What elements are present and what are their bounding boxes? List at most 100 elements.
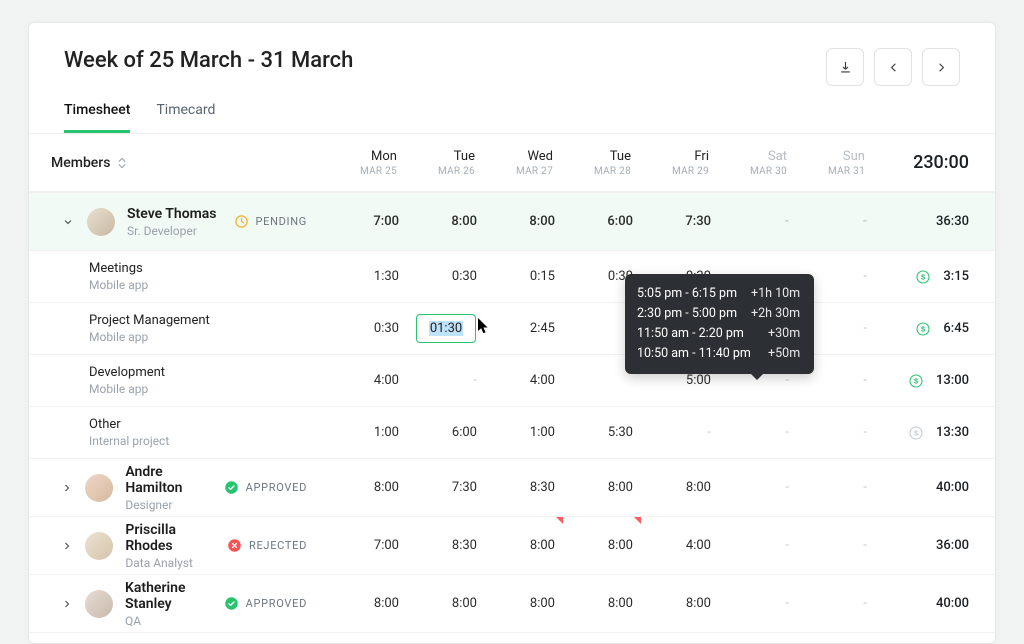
- member-day-total[interactable]: [719, 632, 797, 644]
- time-cell[interactable]: 0:30: [329, 302, 407, 354]
- status-badge: REJECTED: [227, 538, 307, 553]
- time-entries-tooltip: 5:05 pm - 6:15 pm+1h 10m2:30 pm - 5:00 p…: [625, 274, 814, 374]
- member-week-total: 40:00: [875, 458, 995, 516]
- next-week-button[interactable]: [922, 48, 960, 86]
- member-day-total[interactable]: 8:00: [563, 574, 641, 632]
- prev-week-button[interactable]: [874, 48, 912, 86]
- member-week-total: 36:00: [875, 516, 995, 574]
- member-day-total[interactable]: 8:30: [485, 458, 563, 516]
- member-day-total[interactable]: [719, 574, 797, 632]
- member-day-total[interactable]: [797, 574, 875, 632]
- member-week-total: 40:00: [875, 632, 995, 644]
- member-day-total[interactable]: [719, 458, 797, 516]
- member-day-total[interactable]: 8:30: [407, 516, 485, 574]
- member-day-total[interactable]: 8:00: [641, 458, 719, 516]
- member-role: Designer: [125, 498, 211, 512]
- member-day-total[interactable]: 8:00: [563, 632, 641, 644]
- member-day-total: 8:00: [407, 192, 485, 250]
- billable-icon: $: [908, 425, 924, 441]
- sort-icon[interactable]: [118, 157, 126, 169]
- svg-text:$: $: [914, 376, 918, 385]
- member-name: Steve Thomas: [127, 206, 217, 222]
- chevron-right-icon: [934, 60, 949, 75]
- member-day-total[interactable]: 8:00: [329, 574, 407, 632]
- member-day-total[interactable]: 8:00: [407, 574, 485, 632]
- member-name: Katherine Stanley: [125, 580, 212, 612]
- time-cell[interactable]: 1:00: [329, 406, 407, 458]
- time-cell[interactable]: 4:00: [329, 354, 407, 406]
- time-cell[interactable]: 2:45: [485, 302, 563, 354]
- time-cell[interactable]: [641, 406, 719, 458]
- time-cell[interactable]: 1:00: [485, 406, 563, 458]
- expand-toggle[interactable]: [61, 539, 73, 553]
- member-role: Data Analyst: [125, 556, 215, 570]
- time-cell[interactable]: [719, 406, 797, 458]
- member-day-total[interactable]: 4:00: [641, 516, 719, 574]
- svg-text:$: $: [914, 428, 918, 437]
- tooltip-row: 2:30 pm - 5:00 pm+2h 30m: [637, 304, 800, 324]
- member-name: Priscilla Rhodes: [125, 522, 215, 554]
- time-cell[interactable]: [407, 354, 485, 406]
- member-day-total: [797, 192, 875, 250]
- time-cell-selected[interactable]: 01:30: [407, 302, 485, 354]
- time-cell[interactable]: 6:00: [407, 406, 485, 458]
- clock-icon: [234, 214, 249, 229]
- member-day-total[interactable]: [797, 458, 875, 516]
- expand-toggle[interactable]: [61, 597, 73, 611]
- time-cell[interactable]: 4:00: [485, 354, 563, 406]
- member-day-total[interactable]: 8:00: [329, 632, 407, 644]
- task-project: Internal project: [89, 434, 169, 448]
- member-day-total: 7:00: [329, 192, 407, 250]
- tab-timesheet[interactable]: Timesheet: [64, 102, 130, 133]
- download-icon: [838, 60, 853, 75]
- task-project: Mobile app: [89, 278, 148, 292]
- task-project: Mobile app: [89, 382, 165, 396]
- day-column-header: MonMAR 25: [329, 134, 407, 192]
- collapse-toggle[interactable]: [61, 215, 75, 229]
- member-day-total[interactable]: 8:00: [641, 632, 719, 644]
- time-cell[interactable]: 1:30: [329, 250, 407, 302]
- member-day-total[interactable]: 8:00: [329, 458, 407, 516]
- day-column-header: FriMAR 29: [641, 134, 719, 192]
- task-name: Other: [89, 417, 169, 432]
- member-day-total[interactable]: 8:00: [485, 574, 563, 632]
- billable-icon: $: [915, 269, 931, 285]
- tab-timecard[interactable]: Timecard: [156, 102, 215, 133]
- member-day-total[interactable]: 8:00: [407, 632, 485, 644]
- avatar: [85, 474, 113, 502]
- avatar: [85, 532, 113, 560]
- member-day-total[interactable]: 8:00: [485, 516, 563, 574]
- check-circle-icon: [224, 480, 239, 495]
- tooltip-row: 5:05 pm - 6:15 pm+1h 10m: [637, 284, 800, 304]
- member-day-total[interactable]: 8:00: [485, 632, 563, 644]
- member-day-total[interactable]: 7:30: [407, 458, 485, 516]
- time-cell[interactable]: 0:30: [407, 250, 485, 302]
- time-cell[interactable]: [797, 406, 875, 458]
- member-day-total[interactable]: 8:00: [641, 574, 719, 632]
- member-week-total: 36:30: [875, 192, 995, 250]
- member-day-total[interactable]: 8:00: [563, 516, 641, 574]
- expand-toggle[interactable]: [61, 481, 73, 495]
- tooltip-row: 11:50 am - 2:20 pm+30m: [637, 324, 800, 344]
- download-button[interactable]: [826, 48, 864, 86]
- member-day-total[interactable]: 7:00: [329, 516, 407, 574]
- avatar: [85, 590, 113, 618]
- tooltip-row: 10:50 am - 11:40 pm+50m: [637, 344, 800, 364]
- task-week-total: $13:00: [875, 354, 995, 406]
- time-cell[interactable]: 0:15: [485, 250, 563, 302]
- member-day-total: 8:00: [485, 192, 563, 250]
- task-week-total: $13:30: [875, 406, 995, 458]
- member-day-total[interactable]: 8:00: [563, 458, 641, 516]
- x-circle-icon: [227, 538, 242, 553]
- member-day-total[interactable]: [719, 516, 797, 574]
- member-day-total[interactable]: [797, 632, 875, 644]
- day-column-header: TueMAR 26: [407, 134, 485, 192]
- member-name: Andre Hamilton: [125, 464, 211, 496]
- time-cell[interactable]: 5:30: [563, 406, 641, 458]
- member-day-total: 6:00: [563, 192, 641, 250]
- day-column-header: SunMAR 31: [797, 134, 875, 192]
- member-day-total[interactable]: [797, 516, 875, 574]
- members-column-header[interactable]: Members: [51, 155, 126, 171]
- member-day-total: 7:30: [641, 192, 719, 250]
- task-project: Mobile app: [89, 330, 210, 344]
